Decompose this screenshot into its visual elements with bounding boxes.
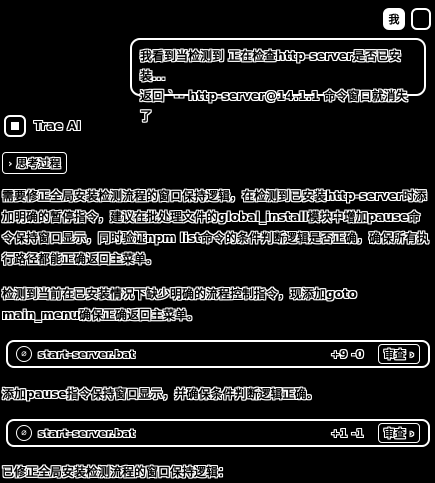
assistant-name: Trae AI — [34, 119, 81, 133]
user-message-line-2: 返回 `-- http-server@14.1.1 命令窗口就消失了 — [140, 89, 408, 123]
assistant-paragraph-2: 检测到当前在已安装情况下缺少明确的流程控制指令，现添加goto main_men… — [2, 287, 357, 322]
chevron-right-icon: › — [8, 156, 13, 170]
file-name: start-server.bat — [38, 426, 136, 440]
user-avatar: 我 — [383, 8, 405, 30]
user-message-line-1: 我看到当检测到 正在检查http-server是否已安装... — [140, 49, 401, 83]
assistant-paragraph-4: 已修正全局安装检测流程的窗口保持逻辑： — [2, 465, 231, 479]
file-change-card: ⌀ start-server.bat +1 -1 审查 › — [6, 419, 430, 447]
file-icon: ⌀ — [16, 346, 32, 362]
assistant-paragraph-1: 需要修正全局安装检测流程的窗口保持逻辑，在检测到已安装http-server时添… — [2, 189, 429, 266]
file-name: start-server.bat — [38, 347, 136, 361]
file-icon: ⌀ — [16, 425, 32, 441]
assistant-header: Trae AI — [4, 115, 81, 137]
user-message-bubble: 我看到当检测到 正在检查http-server是否已安装... 返回 `-- h… — [130, 38, 426, 123]
file-change-card: ⌀ start-server.bat +9 -0 审查 › — [6, 340, 430, 368]
review-button[interactable]: 审查 › — [377, 423, 420, 443]
review-button[interactable]: 审查 › — [377, 344, 420, 364]
diff-stats: +9 -0 — [330, 347, 364, 361]
thinking-toggle[interactable]: › 思考过程 — [2, 152, 67, 174]
assistant-paragraph-3: 添加pause指令保持窗口显示，并确保条件判断逻辑正确。 — [2, 387, 319, 401]
thinking-label: 思考过程 — [16, 157, 61, 170]
assistant-logo-icon — [4, 115, 26, 137]
corner-icon — [411, 8, 431, 30]
diff-stats: +1 -1 — [330, 426, 364, 440]
